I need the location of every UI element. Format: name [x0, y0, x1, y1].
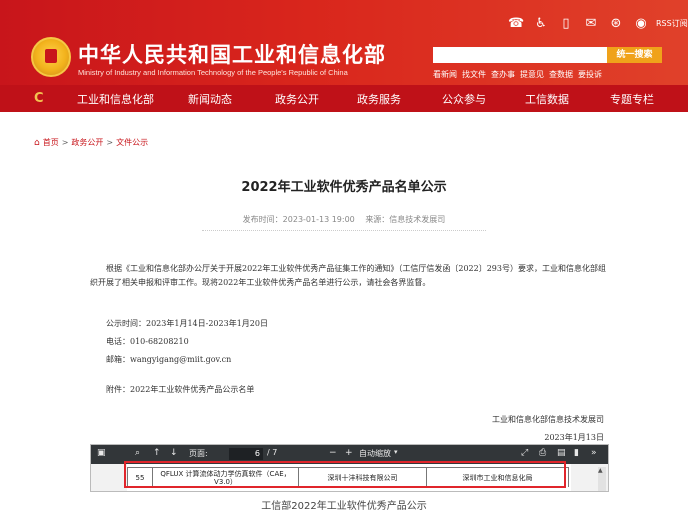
article-title: 2022年工业软件优秀产品名单公示	[241, 180, 447, 195]
search-input[interactable]	[433, 47, 607, 63]
weibo-icon[interactable]: ⊛	[608, 16, 624, 31]
quick-links: 看新闻 找文件 查办事 提意见 查数据 要投诉	[433, 69, 602, 80]
article-meta: 发布时间：2023-01-13 19:00 来源：信息技术发展司	[0, 214, 688, 225]
nav-item-news[interactable]: 新闻动态	[188, 91, 232, 107]
page-number-input[interactable]: 6	[229, 448, 263, 460]
nav-item-participation[interactable]: 公众参与	[442, 91, 486, 107]
page-label: 页面:	[189, 449, 208, 458]
accessibility-icon[interactable]: ♿	[533, 16, 549, 31]
publish-time: 发布时间：2023-01-13 19:00	[242, 215, 355, 224]
mobile-icon[interactable]: ▯	[558, 16, 574, 31]
meta-divider	[202, 230, 486, 231]
zoom-in-icon[interactable]: +	[345, 448, 353, 458]
next-page-icon[interactable]: ↓	[170, 448, 178, 458]
breadcrumb-home[interactable]: 首页	[43, 137, 59, 148]
signature-date: 2023年1月13日	[544, 433, 604, 442]
national-emblem-logo[interactable]	[31, 37, 71, 77]
total-pages: / 7	[267, 448, 278, 457]
quick-link-complaint[interactable]: 要投诉	[578, 69, 602, 80]
home-icon: ⌂	[34, 137, 40, 148]
fullscreen-icon[interactable]: ⤢	[521, 448, 528, 458]
wechat-icon[interactable]: ☎	[508, 16, 524, 31]
main-nav: C 工业和信息化部 新闻动态 政务公开 政务服务 公众参与 工信数据 专题专栏	[0, 85, 688, 112]
bookmark-icon[interactable]: ▮	[574, 448, 579, 458]
mail-icon[interactable]: ✉	[583, 16, 599, 31]
nav-item-miit[interactable]: 工业和信息化部	[77, 91, 154, 107]
search-icon[interactable]: ⌕	[135, 448, 140, 458]
signature-org: 工业和信息化部信息技术发展司	[492, 415, 604, 424]
zoom-out-icon[interactable]: −	[329, 448, 337, 458]
nav-item-services[interactable]: 政务服务	[357, 91, 401, 107]
nav-item-topics[interactable]: 专题专栏	[610, 91, 654, 107]
site-header: 中华人民共和国工业和信息化部 Ministry of Industry and …	[0, 0, 688, 85]
site-subtitle: Ministry of Industry and Information Tec…	[78, 68, 348, 77]
pdf-scrollbar[interactable]	[598, 467, 606, 491]
site-title[interactable]: 中华人民共和国工业和信息化部	[78, 39, 386, 69]
breadcrumb-notices[interactable]: 文件公示	[116, 137, 148, 148]
download-icon[interactable]: ▤	[557, 448, 566, 458]
attachment-title: 附件：2022年工业软件优秀产品公示名单	[106, 385, 255, 394]
breadcrumb-gov-affairs[interactable]: 政务公开	[71, 137, 103, 148]
nav-logo-icon[interactable]: C	[34, 91, 44, 106]
chevron-down-icon[interactable]: ▾	[394, 448, 398, 456]
article-paragraph: 根据《工业和信息化部办公厅关于开展2022年工业软件优秀产品征集工作的通知》（工…	[90, 264, 606, 287]
sidebar-toggle-icon[interactable]: ▣	[97, 448, 106, 458]
notice-period: 公示时间：2023年1月14日-2023年1月20日	[106, 319, 268, 328]
quick-link-data[interactable]: 查数据	[549, 69, 573, 80]
quick-link-files[interactable]: 找文件	[462, 69, 486, 80]
contact-phone: 电话：010-68208210	[106, 337, 189, 346]
search-button[interactable]: 统一搜索	[607, 47, 662, 63]
zoom-select[interactable]: 自动缩放	[359, 448, 391, 459]
contact-email: 邮箱：wangyigang@miit.gov.cn	[106, 355, 232, 364]
nav-item-data[interactable]: 工信数据	[525, 91, 569, 107]
utility-icons: ☎ ♿ ▯ ✉ ⊛ ◉ RSS订阅	[508, 16, 688, 31]
image-caption: 工信部2022年工业软件优秀产品公示	[261, 501, 427, 512]
rss-link[interactable]: RSS订阅	[656, 18, 688, 29]
quick-link-feedback[interactable]: 提意见	[520, 69, 544, 80]
article-source: 来源：信息技术发展司	[365, 215, 446, 224]
print-icon[interactable]: ⎙	[539, 448, 546, 458]
highlight-box	[124, 461, 566, 488]
breadcrumb-separator: >	[106, 138, 114, 147]
previous-page-icon[interactable]: ↑	[153, 448, 161, 458]
breadcrumb-separator: >	[61, 138, 69, 147]
nav-item-gov-affairs[interactable]: 政务公开	[275, 91, 319, 107]
breadcrumb: ⌂ 首页 > 政务公开 > 文件公示	[34, 137, 148, 148]
more-tools-icon[interactable]: »	[591, 448, 597, 458]
quick-link-services[interactable]: 查办事	[491, 69, 515, 80]
sina-icon[interactable]: ◉	[633, 16, 649, 31]
quick-link-news[interactable]: 看新闻	[433, 69, 457, 80]
